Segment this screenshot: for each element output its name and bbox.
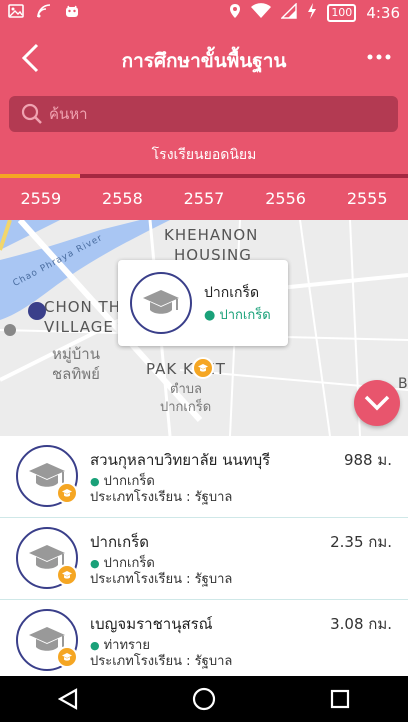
year-tabs: 2559 2558 2557 2556 2555 bbox=[0, 174, 408, 220]
clock: 4:36 bbox=[366, 4, 400, 22]
collapse-map-button[interactable] bbox=[354, 380, 400, 426]
school-name: สวนกุหลาบวิทยาลัย นนทบุรี bbox=[90, 451, 271, 469]
wifi-call-icon bbox=[36, 3, 52, 23]
map-poi-marker[interactable] bbox=[4, 324, 16, 336]
tab-2556[interactable]: 2556 bbox=[245, 174, 327, 220]
school-type: ประเภทโรงเรียน : รัฐบาล bbox=[90, 490, 233, 505]
square-recents-icon bbox=[330, 689, 350, 709]
location-icon bbox=[229, 3, 241, 23]
status-bar: 100 4:36 bbox=[0, 0, 408, 26]
android-icon bbox=[64, 3, 80, 23]
school-badge bbox=[56, 482, 78, 504]
image-notification-icon bbox=[8, 3, 24, 23]
chevron-down-icon bbox=[364, 395, 390, 411]
system-nav-bar bbox=[0, 676, 408, 722]
school-name: เบญจมราชานุสรณ์ bbox=[90, 615, 213, 633]
search-section bbox=[0, 90, 408, 140]
battery-level: 100 bbox=[327, 4, 357, 22]
graduation-cap-icon bbox=[62, 571, 72, 579]
school-badge bbox=[56, 646, 78, 668]
popup-school-name: ปากเกร็ด bbox=[204, 285, 260, 301]
tab-2557[interactable]: 2557 bbox=[163, 174, 245, 220]
tab-rail bbox=[80, 174, 408, 178]
map-view[interactable]: KHEHANON HOUSING CHON THIP VILLAGE หมู่บ… bbox=[0, 220, 408, 436]
school-type: ประเภทโรงเรียน : รัฐบาล bbox=[90, 654, 233, 669]
triangle-back-icon bbox=[58, 688, 78, 710]
circle-home-icon bbox=[192, 687, 216, 711]
tab-2558[interactable]: 2558 bbox=[82, 174, 164, 220]
nav-back-button[interactable] bbox=[48, 679, 88, 719]
more-options-button[interactable] bbox=[364, 42, 394, 72]
list-item[interactable]: เบญจมราชานุสรณ์ 3.08 กม. ● ท่าทราย ประเภท… bbox=[0, 600, 408, 676]
popup-district: ● ปากเกร็ด bbox=[204, 304, 271, 325]
page-title: การศึกษาขั้นพื้นฐาน bbox=[121, 50, 287, 72]
map-label-village: VILLAGE bbox=[44, 318, 114, 336]
section-subtitle: โรงเรียนยอดนิยม bbox=[0, 140, 408, 174]
more-icon bbox=[367, 54, 391, 60]
graduation-cap-icon bbox=[62, 653, 72, 661]
popup-district-text: ปากเกร็ด bbox=[219, 308, 271, 323]
tab-2555[interactable]: 2555 bbox=[326, 174, 408, 220]
school-list: สวนกุหลาบวิทยาลัย นนทบุรี 988 ม. ● ปากเกร… bbox=[0, 436, 408, 676]
signal-icon bbox=[280, 2, 298, 23]
list-item[interactable]: ปากเกร็ด 2.35 กม. ● ปากเกร็ด ประเภทโรงเรี… bbox=[0, 518, 408, 600]
search-icon bbox=[21, 103, 42, 124]
map-pin[interactable] bbox=[192, 357, 214, 379]
school-distance: 2.35 กม. bbox=[330, 533, 392, 551]
map-label-khehanon: KHEHANON bbox=[164, 226, 259, 244]
graduation-cap-icon bbox=[143, 290, 179, 314]
school-distance: 3.08 กม. bbox=[330, 615, 392, 633]
location-pin-icon: ● bbox=[204, 308, 216, 323]
nav-home-button[interactable] bbox=[184, 679, 224, 719]
search-input[interactable] bbox=[49, 105, 369, 123]
map-label-th-pakkret: ปากเกร็ด bbox=[160, 400, 212, 415]
school-badge bbox=[56, 564, 78, 586]
wifi-icon bbox=[251, 3, 272, 23]
map-info-popup[interactable]: ปากเกร็ด ● ปากเกร็ด bbox=[118, 260, 288, 346]
app-bar: การศึกษาขั้นพื้นฐาน bbox=[0, 26, 408, 90]
graduation-cap-icon bbox=[62, 489, 72, 497]
school-avatar bbox=[130, 272, 192, 334]
school-type: ประเภทโรงเรียน : รัฐบาล bbox=[90, 572, 233, 587]
school-name: ปากเกร็ด bbox=[90, 533, 150, 551]
tab-2559[interactable]: 2559 bbox=[0, 174, 82, 220]
nav-recents-button[interactable] bbox=[320, 679, 360, 719]
school-distance: 988 ม. bbox=[343, 451, 392, 469]
map-label-edge: B bbox=[398, 376, 408, 392]
map-label-th-chonthip: ชลทิพย์ bbox=[52, 365, 100, 383]
graduation-cap-icon bbox=[198, 364, 208, 372]
charging-icon bbox=[307, 3, 317, 23]
search-box[interactable] bbox=[9, 96, 398, 132]
list-item[interactable]: สวนกุหลาบวิทยาลัย นนทบุรี 988 ม. ● ปากเกร… bbox=[0, 436, 408, 518]
map-school-marker[interactable] bbox=[28, 302, 46, 320]
